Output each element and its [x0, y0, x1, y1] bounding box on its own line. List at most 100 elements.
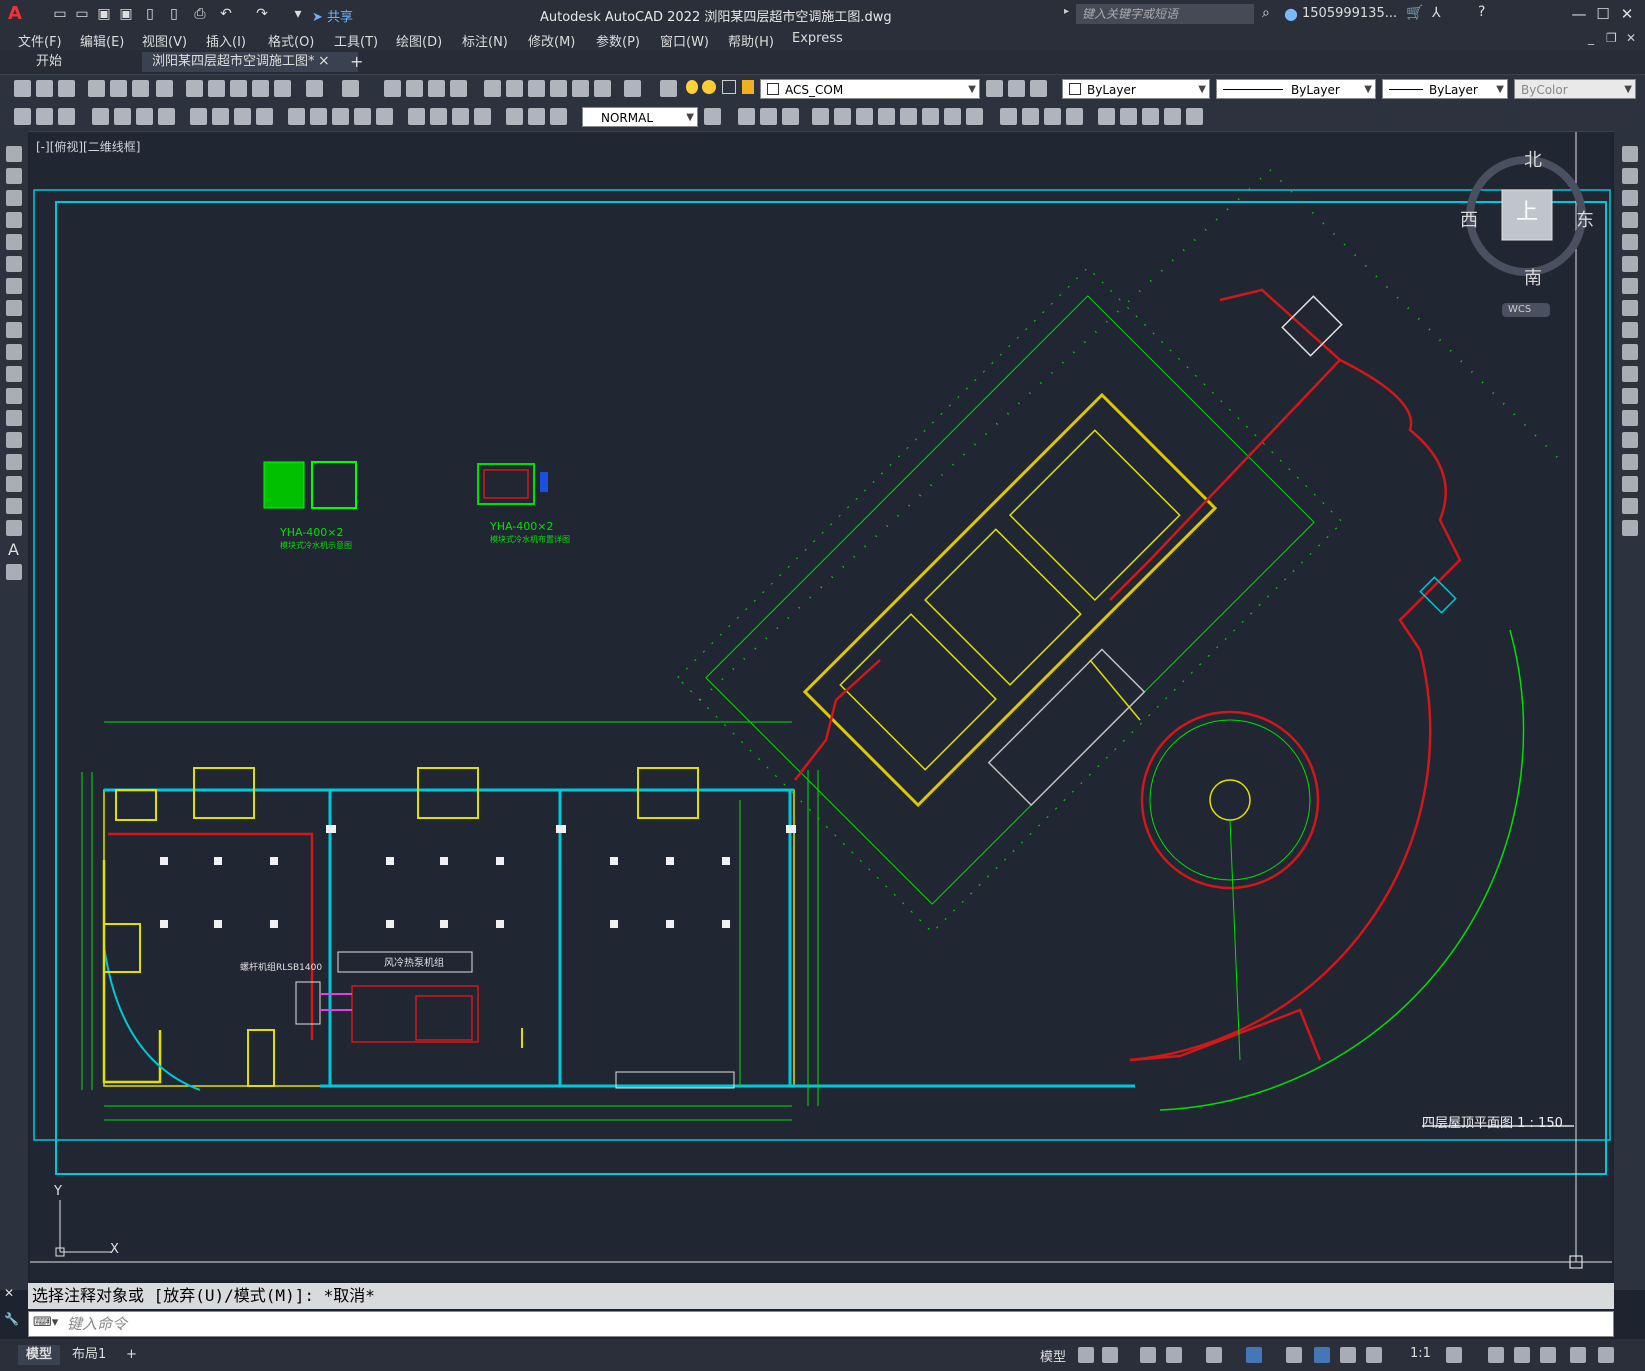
command-prompt-icon[interactable]: ⌨▾ [33, 1315, 58, 1330]
table-icon[interactable] [6, 520, 22, 536]
open-icon[interactable] [36, 80, 53, 97]
customization-menu-icon[interactable] [1598, 1347, 1614, 1363]
drawing-canvas[interactable]: 北 南 西 东 上 WCS YHA-400×2 模块式冷水机示意图 YHA-40… [30, 132, 1612, 1280]
close-button[interactable]: ✕ [1616, 4, 1638, 24]
plot-icon[interactable]: ⎙ [192, 6, 208, 22]
offset-icon[interactable] [1622, 212, 1638, 228]
3d-dwf-icon[interactable] [156, 80, 173, 97]
baseline-dim-icon[interactable] [310, 108, 327, 125]
viewcube-north[interactable]: 北 [1524, 146, 1542, 172]
modify-icon[interactable] [1120, 108, 1137, 125]
new-icon[interactable] [14, 80, 31, 97]
layer-lock-icon[interactable] [742, 80, 754, 94]
dim-space-icon[interactable] [354, 108, 371, 125]
tool-icon[interactable] [36, 108, 53, 125]
jogged-linear-icon[interactable] [474, 108, 491, 125]
menu-express[interactable]: Express [792, 31, 843, 46]
zoom-window-icon[interactable] [428, 80, 445, 97]
ordinate-dim-icon[interactable] [158, 108, 175, 125]
menu-modify[interactable]: 修改(M) [528, 31, 575, 50]
rotate-icon[interactable] [1622, 278, 1638, 294]
layer-previous-icon[interactable] [1008, 80, 1025, 97]
modify-icon[interactable] [1066, 108, 1083, 125]
dim-update-icon[interactable] [550, 108, 567, 125]
viewcube-south[interactable]: 南 [1524, 264, 1542, 290]
tab-model[interactable]: 模型 [18, 1345, 61, 1365]
insert-block-icon[interactable] [6, 388, 22, 404]
block-editor-icon[interactable] [274, 80, 291, 97]
radius-dim-icon[interactable] [190, 108, 207, 125]
save-as-icon[interactable]: ▣ [118, 6, 134, 22]
modify-icon[interactable] [856, 108, 873, 125]
point-icon[interactable] [6, 432, 22, 448]
plotstyle-dropdown[interactable]: ByColor ▼ [1514, 79, 1636, 99]
explode-icon[interactable] [1622, 520, 1638, 536]
break-at-point-icon[interactable] [1622, 388, 1638, 404]
menu-insert[interactable]: 插入(I) [206, 31, 246, 50]
continue-dim-icon[interactable] [332, 108, 349, 125]
ellipse-icon[interactable] [6, 344, 22, 360]
fillet-icon[interactable] [1622, 476, 1638, 492]
user-icon[interactable]: ● [1284, 4, 1298, 23]
line-icon[interactable] [6, 146, 22, 162]
save-web-icon[interactable]: ▯ [166, 6, 182, 22]
ellipse-arc-icon[interactable] [6, 366, 22, 382]
viewcube-west[interactable]: 西 [1460, 206, 1478, 232]
help-icon[interactable]: ? [1478, 4, 1485, 20]
dimstyle-icon[interactable] [704, 108, 721, 125]
color-dropdown[interactable]: ByLayer ▼ [1062, 79, 1210, 99]
add-selected-icon[interactable] [6, 564, 22, 580]
modify-icon[interactable] [1022, 108, 1039, 125]
calculator-icon[interactable] [594, 80, 611, 97]
menu-tools[interactable]: 工具(T) [334, 31, 378, 50]
open-file-icon[interactable]: ▭ [74, 6, 90, 22]
viewport-controls[interactable]: [-][俯视][二维线框] [36, 138, 140, 155]
cart-icon[interactable]: 🛒 [1406, 5, 1423, 21]
snap-icon[interactable] [1102, 1347, 1118, 1363]
modify-icon[interactable] [834, 108, 851, 125]
dim-break-icon[interactable] [376, 108, 393, 125]
sheet-set-icon[interactable] [550, 80, 567, 97]
modify-icon[interactable] [878, 108, 895, 125]
customize-dropdown-icon[interactable]: ▾ [290, 6, 306, 22]
angular-dim-icon[interactable] [256, 108, 273, 125]
dim-edit-icon[interactable] [506, 108, 523, 125]
undo-icon[interactable] [306, 80, 323, 97]
make-current-layer-icon[interactable] [986, 80, 1003, 97]
copy-icon[interactable] [208, 80, 225, 97]
tool-icon[interactable] [58, 108, 75, 125]
doc-restore-button[interactable]: ❐ [1606, 31, 1617, 45]
stretch-icon[interactable] [1622, 322, 1638, 338]
cut-icon[interactable] [186, 80, 203, 97]
command-input[interactable] [67, 1314, 1567, 1334]
circle-icon[interactable] [6, 278, 22, 294]
ortho-icon[interactable] [1140, 1347, 1156, 1363]
tab-close-button[interactable]: × [318, 53, 330, 69]
annotation-visibility-icon[interactable] [1314, 1347, 1330, 1363]
modify-icon[interactable] [966, 108, 983, 125]
revcloud-icon[interactable] [6, 300, 22, 316]
solid-icon[interactable] [738, 108, 755, 125]
design-center-icon[interactable] [506, 80, 523, 97]
array-icon[interactable] [1622, 234, 1638, 250]
dimstyle-dropdown[interactable]: NORMAL ▼ [582, 107, 698, 127]
model-space-toggle[interactable]: 模型 [1040, 1346, 1066, 1365]
quick-dim-icon[interactable] [288, 108, 305, 125]
break-icon[interactable] [1622, 410, 1638, 426]
autodesk-app-icon[interactable]: ⅄ [1432, 5, 1441, 21]
layer-viewport-icon[interactable] [722, 80, 736, 94]
rectangle-icon[interactable] [6, 234, 22, 250]
modify-icon[interactable] [1142, 108, 1159, 125]
modify-icon[interactable] [812, 108, 829, 125]
autocad-logo-icon[interactable]: A [8, 3, 28, 24]
viewcube-east[interactable]: 东 [1576, 206, 1594, 232]
lineweight-icon[interactable] [1286, 1347, 1302, 1363]
blend-icon[interactable] [1622, 498, 1638, 514]
workspace-gear-icon[interactable] [1446, 1347, 1462, 1363]
undo-icon[interactable]: ↶ [218, 6, 234, 22]
erase-icon[interactable] [1622, 146, 1638, 162]
command-close-icon[interactable]: ✕ [4, 1286, 14, 1300]
command-settings-icon[interactable]: 🔧 [4, 1312, 19, 1326]
menu-window[interactable]: 窗口(W) [660, 31, 709, 50]
plot-icon[interactable] [88, 80, 105, 97]
